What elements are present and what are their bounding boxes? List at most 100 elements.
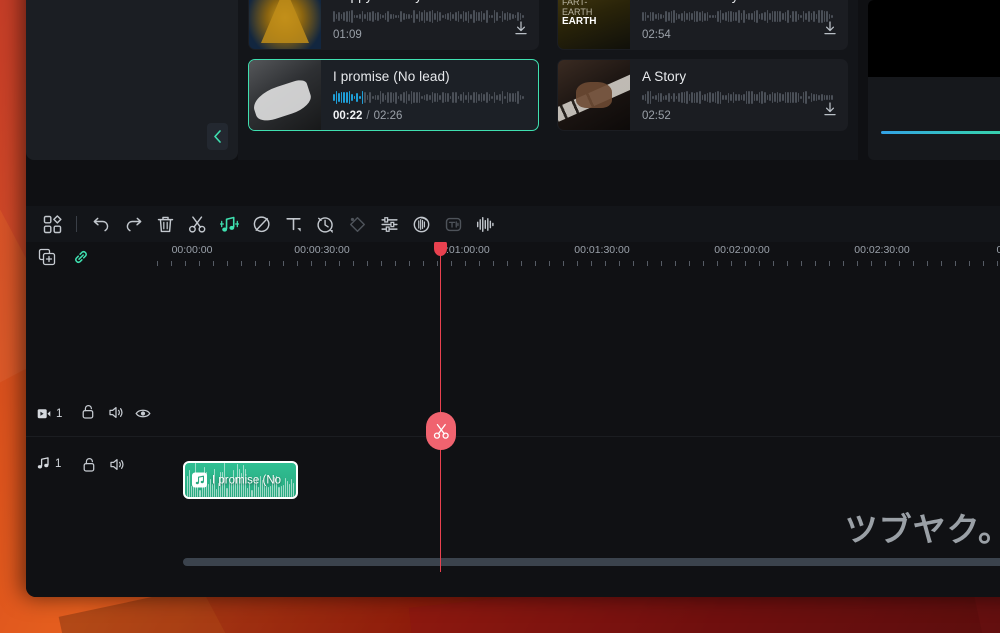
next-frame-button[interactable] (916, 155, 938, 160)
keyframe-button[interactable] (341, 209, 373, 239)
ruler-minor-tick (913, 261, 914, 266)
speed-button[interactable] (309, 209, 341, 239)
ruler-minor-tick (997, 261, 998, 266)
ruler-minor-tick (535, 261, 536, 266)
video-editor-window: Happy Holidays-Al...01:09 FART-EARTHEARTH… (26, 0, 1000, 597)
audio-card-grid: Happy Holidays-Al...01:09 FART-EARTHEARTH… (238, 0, 858, 131)
panel-collapse-button[interactable] (207, 123, 228, 150)
no-effect-button[interactable] (245, 209, 277, 239)
ruler-minor-tick (227, 261, 228, 266)
add-track-icon (38, 248, 56, 266)
text-button[interactable] (277, 209, 309, 239)
audio-card-meta: 02:54 (642, 29, 837, 41)
mute-track-button[interactable] (103, 457, 131, 472)
preview-progress-bar[interactable] (881, 131, 1000, 134)
preview-video-surface[interactable] (868, 0, 1000, 77)
audio-library-list[interactable]: Happy Holidays-Al...01:09 FART-EARTHEARTH… (238, 0, 858, 160)
ruler-minor-tick (801, 261, 802, 266)
ruler-minor-tick (843, 261, 844, 266)
split-button[interactable] (181, 209, 213, 239)
grid-view-button[interactable] (36, 209, 68, 239)
timeline-ruler[interactable]: 00:00:0000:00:30:0000:01:00:0000:01:30:0… (157, 242, 1000, 272)
audio-card-meta: 00:22/02:26 (333, 110, 528, 122)
audio-card-waveform[interactable] (333, 91, 528, 104)
audio-card-duration: 02:54 (642, 29, 671, 41)
audio-card-waveform[interactable] (642, 10, 837, 23)
lock-track-button[interactable] (74, 404, 102, 420)
earth-thumb-text: FART-EARTHEARTH (562, 0, 626, 27)
audio-card-title: Earth - The Rhyth... (642, 0, 837, 3)
ruler-minor-tick (871, 261, 872, 266)
prev-frame-button[interactable] (876, 155, 898, 160)
download-button[interactable] (823, 21, 837, 41)
hide-track-button[interactable] (129, 407, 157, 420)
ruler-label: 00:01:30:00 (574, 244, 629, 256)
horizontal-scrollbar[interactable] (183, 558, 1000, 566)
ruler-minor-tick (605, 261, 606, 266)
ruler-minor-tick (395, 261, 396, 266)
beat-detect-button[interactable] (469, 209, 501, 239)
ruler-minor-tick (857, 261, 858, 266)
add-track-button[interactable] (38, 248, 56, 266)
ruler-minor-tick (409, 261, 410, 266)
ruler-minor-tick (927, 261, 928, 266)
ruler-minor-tick (983, 261, 984, 266)
audio-card-time-separator: / (366, 110, 369, 122)
playhead[interactable] (440, 242, 441, 572)
text-to-speech-button[interactable] (437, 209, 469, 239)
audio-track-index: 1 (55, 458, 61, 470)
watermark: ツブヤク。 (845, 503, 1000, 551)
audio-card[interactable]: A Story02:52 (557, 59, 848, 131)
lock-track-button[interactable] (75, 457, 103, 473)
ruler-minor-tick (675, 261, 676, 266)
audio-card-waveform[interactable] (333, 10, 528, 23)
audio-card[interactable]: I promise (No lead)00:22/02:26 (248, 59, 539, 131)
ruler-minor-tick (661, 261, 662, 266)
ruler-label: 00:02:30:00 (854, 244, 909, 256)
link-clips-button[interactable] (72, 248, 90, 266)
audio-track-type: 1 (37, 457, 75, 470)
audio-card[interactable]: FART-EARTHEARTH Earth - The Rhyth... 02:54 (557, 0, 848, 50)
ruler-minor-tick (717, 261, 718, 266)
color-wheel-icon (412, 215, 431, 234)
stop-button[interactable] (996, 155, 1000, 160)
toolbar-divider (76, 216, 77, 232)
ruler-minor-tick (899, 261, 900, 266)
audio-card-waveform[interactable] (642, 91, 837, 104)
audio-card-duration: 02:26 (374, 110, 403, 122)
ruler-minor-tick (437, 261, 438, 266)
audio-card-title: Happy Holidays-Al... (333, 0, 528, 3)
color-wheel-button[interactable] (405, 209, 437, 239)
ruler-minor-tick (829, 261, 830, 266)
ruler-minor-tick (703, 261, 704, 266)
video-track-type: 1 (37, 408, 74, 420)
redo-icon (124, 215, 143, 234)
audio-clip[interactable]: I promise (No (183, 461, 298, 499)
download-icon (823, 21, 837, 36)
redo-button[interactable] (117, 209, 149, 239)
undo-button[interactable] (85, 209, 117, 239)
audio-card[interactable]: Happy Holidays-Al...01:09 (248, 0, 539, 50)
sliders-icon (380, 215, 399, 234)
adjust-button[interactable] (373, 209, 405, 239)
download-button[interactable] (514, 21, 528, 41)
video-track-row: 1 (26, 272, 1000, 436)
ruler-minor-tick (549, 261, 550, 266)
split-at-playhead-button[interactable] (426, 412, 456, 450)
ruler-label: 00:00:00 (172, 244, 213, 256)
ruler-minor-tick (633, 261, 634, 266)
mute-track-button[interactable] (102, 405, 130, 420)
speaker-icon (109, 457, 125, 472)
audio-card-title: I promise (No lead) (333, 69, 528, 84)
ruler-minor-tick (507, 261, 508, 266)
ruler-minor-tick (353, 261, 354, 266)
play-button[interactable] (956, 155, 978, 160)
speaker-icon (108, 405, 124, 420)
delete-button[interactable] (149, 209, 181, 239)
video-icon (37, 408, 51, 420)
audio-detach-button[interactable] (213, 209, 245, 239)
play-icon (959, 159, 975, 161)
video-track-header: 1 (26, 272, 157, 436)
download-button[interactable] (823, 102, 837, 122)
video-track-lane[interactable] (157, 272, 1000, 436)
